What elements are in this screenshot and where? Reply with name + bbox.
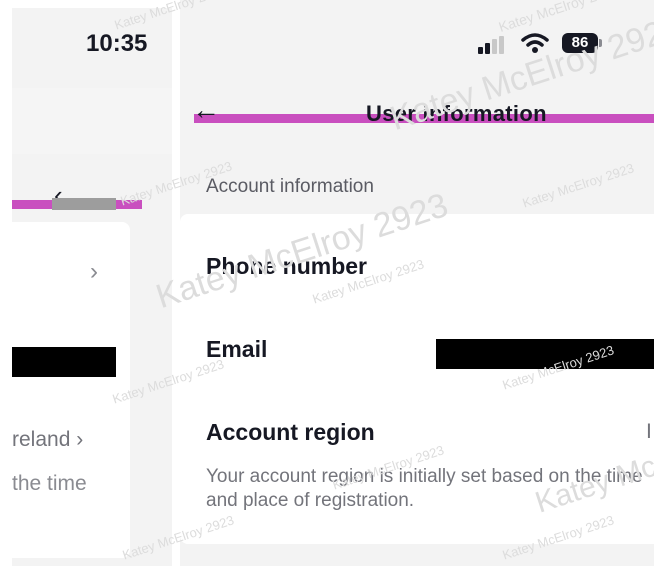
- wifi-icon: [521, 33, 549, 53]
- battery-icon: 86: [562, 33, 602, 53]
- previous-title-redaction-grey: [52, 198, 116, 210]
- back-arrow-icon[interactable]: ←: [192, 96, 220, 124]
- status-time: 10:35: [86, 30, 148, 57]
- previous-region-value: reland: [12, 428, 71, 451]
- page-title: User information: [366, 101, 547, 126]
- phone-number-row[interactable]: Phone number: [206, 253, 367, 280]
- account-region-row[interactable]: Account region: [206, 419, 375, 446]
- email-row[interactable]: Email: [206, 336, 267, 363]
- section-title: Account information: [206, 176, 374, 197]
- chevron-right-icon: ›: [76, 428, 84, 451]
- signal-icon: [478, 36, 504, 54]
- chevron-right-icon[interactable]: ›: [90, 258, 98, 286]
- previous-screen-header: ‹: [12, 88, 172, 210]
- previous-settings-card: › reland › the time: [12, 222, 130, 558]
- previous-email-redaction: [12, 347, 116, 377]
- previous-region-row[interactable]: reland ›: [12, 428, 83, 452]
- account-region-value: I: [646, 420, 652, 443]
- email-value-redaction: [436, 339, 654, 369]
- previous-description-fragment: the time: [12, 472, 87, 495]
- account-region-description: Your account region is initially set bas…: [206, 466, 643, 511]
- previous-screen-panel: ‹ › reland › the time: [12, 8, 172, 566]
